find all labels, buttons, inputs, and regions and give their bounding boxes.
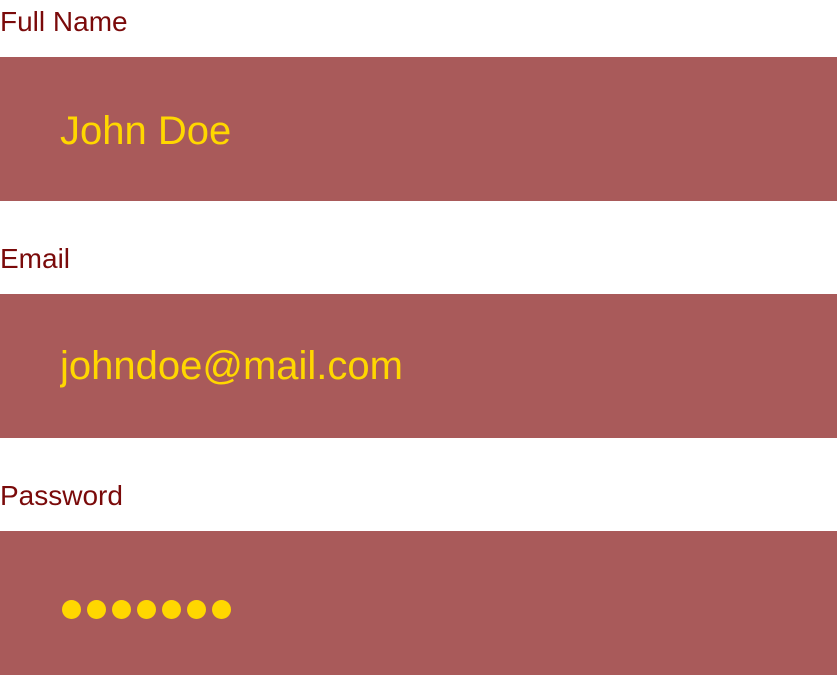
password-label: Password <box>0 480 123 511</box>
password-field[interactable] <box>0 531 837 675</box>
email-field[interactable] <box>0 294 837 438</box>
email-input[interactable] <box>60 294 820 438</box>
password-mask-dot <box>112 599 131 619</box>
full-name-field[interactable] <box>0 57 837 203</box>
password-mask-dot <box>212 599 231 619</box>
password-mask-dot <box>162 599 181 619</box>
full-name-input[interactable] <box>60 57 820 203</box>
password-mask-dot <box>137 599 156 619</box>
email-label: Email <box>0 243 71 274</box>
full-name-label: Full Name <box>0 6 128 37</box>
password-input[interactable] <box>62 537 231 681</box>
password-mask-dot <box>187 599 206 619</box>
password-mask-dot <box>62 599 81 619</box>
password-mask-dot <box>87 599 106 619</box>
